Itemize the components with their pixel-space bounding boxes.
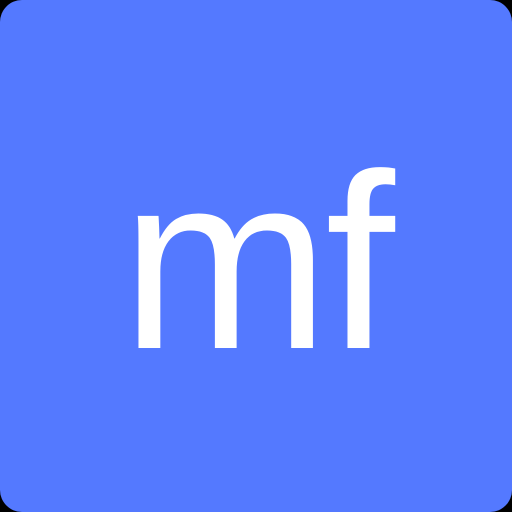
app-icon: mf: [0, 0, 512, 512]
app-icon-text: mf: [121, 122, 395, 401]
